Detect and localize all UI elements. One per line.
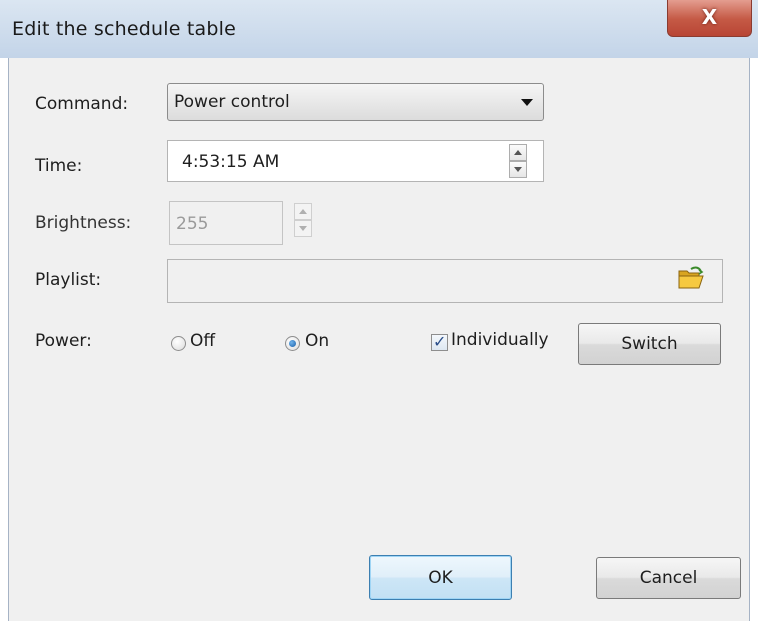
time-field-value: 4:53:15 AM [182,152,280,172]
dialog-body: Command: Power control Time: 4:53:15 AM … [8,58,750,621]
command-select-value: Power control [174,92,290,112]
spin-up-icon [294,203,312,220]
command-label: Command: [35,94,129,114]
individually-checkbox[interactable] [431,332,448,351]
time-spinner[interactable] [509,144,527,178]
power-off-radio[interactable] [171,336,186,351]
switch-button[interactable]: Switch [578,323,721,365]
time-label: Time: [35,156,83,176]
power-on-radio[interactable] [285,336,300,351]
spin-up-icon[interactable] [509,144,527,161]
chevron-down-icon [521,99,533,106]
command-select[interactable]: Power control [167,83,544,121]
title-bar: Edit the schedule table X [0,0,758,58]
playlist-label: Playlist: [35,270,102,290]
time-field[interactable]: 4:53:15 AM [167,140,544,182]
cancel-button[interactable]: Cancel [596,557,741,599]
power-on-label[interactable]: On [305,331,329,351]
playlist-field[interactable] [167,259,723,303]
brightness-label: Brightness: [35,213,132,233]
window-title: Edit the schedule table [12,18,236,40]
folder-open-icon[interactable] [677,266,705,290]
power-off-label[interactable]: Off [190,331,215,351]
ok-button[interactable]: OK [369,555,512,600]
brightness-field-value: 255 [176,214,209,234]
individually-label[interactable]: Individually [451,330,549,350]
spin-down-icon [294,220,312,237]
close-button[interactable]: X [667,0,752,37]
spin-down-icon[interactable] [509,161,527,178]
brightness-field: 255 [169,201,283,245]
power-label: Power: [35,331,92,351]
close-icon: X [701,5,718,29]
brightness-spinner [294,203,312,237]
